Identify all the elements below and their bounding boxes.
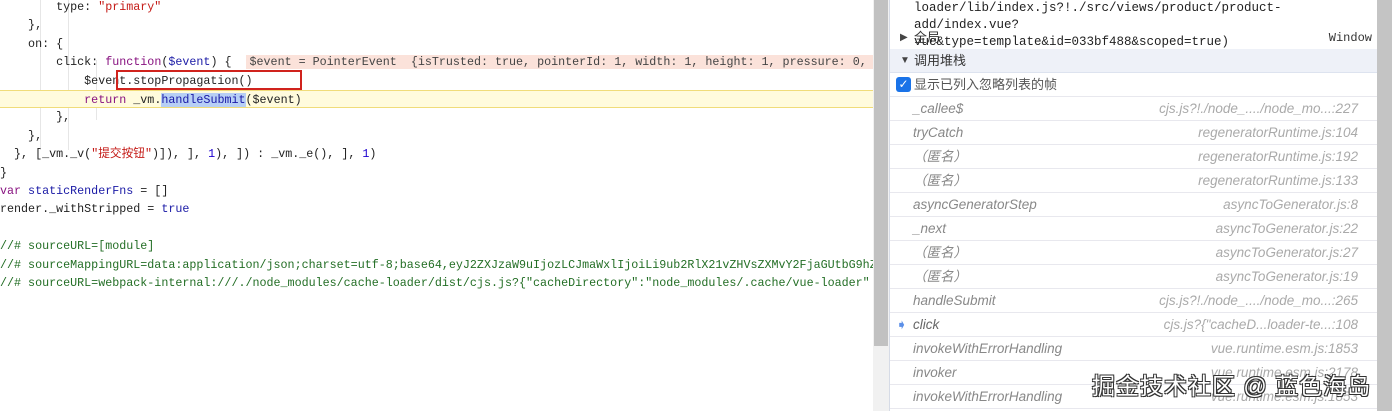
paused-code-line[interactable]: return _vm.handleSubmit($event) — [0, 90, 873, 108]
callstack-label: 调用堆栈 — [914, 53, 967, 68]
collapse-triangle-icon: ▼ — [900, 55, 910, 66]
frame-function: _next — [913, 221, 947, 236]
code-token: true — [161, 202, 190, 217]
frame-function: invokeWithErrorHandling — [913, 341, 1063, 356]
show-ignored-label: 显示已列入忽略列表的帧 — [914, 77, 1058, 92]
expand-triangle-icon: ▶ — [900, 32, 908, 43]
frame-function: （匿名） — [913, 245, 967, 260]
code-token: ), ]) : _vm._e(), ], — [215, 147, 363, 162]
code-token: $event — [168, 55, 211, 70]
sidebar-scrollbar[interactable] — [1377, 0, 1392, 411]
callstack-header[interactable]: ▼ 调用堆栈 — [890, 49, 1378, 73]
code-token: }, [_vm._v( — [0, 147, 92, 162]
callstack-frame[interactable]: （匿名） regeneratorRuntime.js:133 — [890, 169, 1378, 193]
checkbox[interactable]: ✓ — [896, 77, 911, 92]
callstack-frame[interactable]: （匿名） asyncToGenerator.js:19 — [890, 265, 1378, 289]
highlight-box — [116, 70, 302, 90]
frame-location[interactable]: asyncToGenerator.js:27 — [1216, 241, 1358, 264]
scope-global-value: Window — [1328, 31, 1372, 45]
code-token: }, — [0, 18, 43, 33]
callstack-frame[interactable]: （匿名） regeneratorRuntime.js:192 — [890, 145, 1378, 169]
frame-location[interactable]: cjs.js?!./node_..../node_mo...:265 — [1159, 289, 1358, 312]
code-token: "primary" — [98, 0, 162, 14]
callstack-frame[interactable]: invokeWithErrorHandling vue.runtime.esm.j… — [890, 337, 1378, 361]
code-line[interactable]: type: "primary" — [0, 0, 873, 16]
code-line[interactable]: }, — [0, 16, 873, 34]
code-line[interactable]: }, [_vm._v("提交按钮")]), ], 1), ]) : _vm._e… — [0, 145, 873, 163]
callstack-frame[interactable]: _callee$ cjs.js?!./node_..../node_mo...:2… — [890, 97, 1378, 121]
code-line[interactable]: var staticRenderFns = [] — [0, 182, 873, 200]
code-line[interactable]: //# sourceURL=webpack-internal:///./node… — [0, 274, 873, 292]
frame-location[interactable]: asyncToGenerator.js:19 — [1216, 265, 1358, 288]
code-token: ) { — [210, 55, 246, 70]
frame-function: （匿名） — [913, 269, 967, 284]
code-token: staticRenderFns — [21, 184, 134, 198]
frame-location[interactable]: regeneratorRuntime.js:192 — [1198, 145, 1358, 168]
code-token: return — [84, 93, 127, 107]
callstack-frame[interactable]: ➧ click cjs.js?{"cacheD...loader-te...:108 — [890, 313, 1378, 337]
inline-value-preview: $event = PointerEvent {isTrusted: true, … — [245, 55, 873, 70]
code-token: type: — [0, 0, 99, 14]
code-token: _vm. — [126, 93, 162, 107]
code-token: = [] — [133, 184, 169, 198]
frame-location[interactable]: regeneratorRuntime.js:104 — [1198, 121, 1358, 144]
code-line[interactable]: on: { — [0, 35, 873, 53]
current-frame-arrow-icon: ➧ — [896, 317, 908, 332]
code-line[interactable]: click: function($event) { $event = Point… — [0, 53, 873, 71]
code-token: }, — [0, 110, 71, 125]
frame-function: （匿名） — [913, 149, 967, 164]
callstack-frame[interactable]: asyncGeneratorStep asyncToGenerator.js:8 — [890, 193, 1378, 217]
code-line[interactable]: //# sourceMappingURL=data:application/js… — [0, 256, 873, 274]
frame-function: invokeWithErrorHandling — [913, 389, 1063, 404]
callstack-frame[interactable]: （匿名） asyncToGenerator.js:27 — [890, 241, 1378, 265]
source-code-panel[interactable]: type: "primary" }, on: { click: function… — [0, 0, 873, 411]
frame-location[interactable]: cjs.js?!./node_..../node_mo...:227 — [1159, 97, 1358, 120]
code-token: render._withStripped = — [0, 202, 162, 217]
frame-function: click — [913, 317, 940, 332]
frame-function: tryCatch — [913, 125, 964, 140]
code-line[interactable]: } — [0, 164, 873, 182]
frame-location[interactable]: regeneratorRuntime.js:133 — [1198, 169, 1358, 192]
code-token: //# sourceURL=webpack-internal:///./node… — [0, 276, 870, 290]
frame-function: （匿名） — [913, 173, 967, 188]
frame-function: handleSubmit — [913, 293, 996, 308]
code-token: on: { — [0, 36, 64, 51]
code-scrollbar[interactable] — [873, 0, 889, 411]
code-token: "提交按钮" — [91, 147, 152, 162]
frame-location[interactable]: vue.runtime.esm.js:1853 — [1211, 337, 1358, 360]
code-token: )]), ], — [151, 147, 209, 162]
callstack-frame[interactable]: handleSubmit cjs.js?!./node_..../node_mo.… — [890, 289, 1378, 313]
show-ignored-frames-option[interactable]: ✓ 显示已列入忽略列表的帧 — [890, 73, 1378, 97]
code-token: } — [0, 165, 8, 180]
code-token: ) — [369, 147, 377, 162]
code-line[interactable]: }, — [0, 108, 873, 126]
frame-location[interactable]: cjs.js?{"cacheD...loader-te...:108 — [1164, 313, 1358, 336]
code-token: //# sourceMappingURL=data:application/js… — [0, 257, 873, 272]
callstack-frame[interactable]: tryCatch regeneratorRuntime.js:104 — [890, 121, 1378, 145]
code-token: }, — [0, 128, 43, 143]
code-line[interactable]: render._withStripped = true — [0, 200, 873, 218]
frame-function: invoker — [913, 365, 957, 380]
code-token: //# sourceURL=[module] — [0, 239, 155, 254]
scope-global-label: 全局 — [914, 30, 941, 45]
code-line[interactable]: }, — [0, 127, 873, 145]
scrollbar-thumb[interactable] — [874, 0, 888, 346]
debugger-sidebar: loader/lib/index.js?!./src/views/product… — [889, 0, 1378, 411]
frame-location[interactable]: asyncToGenerator.js:22 — [1216, 217, 1358, 240]
code-token: ($event) — [245, 93, 302, 107]
code-line[interactable] — [0, 219, 873, 237]
frame-location[interactable]: asyncToGenerator.js:8 — [1223, 193, 1358, 216]
code-token: click: — [0, 55, 106, 70]
frame-function: asyncGeneratorStep — [913, 197, 1037, 212]
code-token: handleSubmit — [161, 93, 246, 107]
frame-function: _callee$ — [913, 101, 964, 116]
watermark: 掘金技术社区 @ 蓝色海岛 — [1092, 373, 1372, 399]
scope-global[interactable]: ▶ 全局 Window — [890, 26, 1378, 50]
code-line[interactable]: //# sourceURL=[module] — [0, 237, 873, 255]
code-token: function — [105, 55, 162, 70]
code-token: var — [0, 184, 22, 198]
callstack-frame[interactable]: _next asyncToGenerator.js:22 — [890, 217, 1378, 241]
